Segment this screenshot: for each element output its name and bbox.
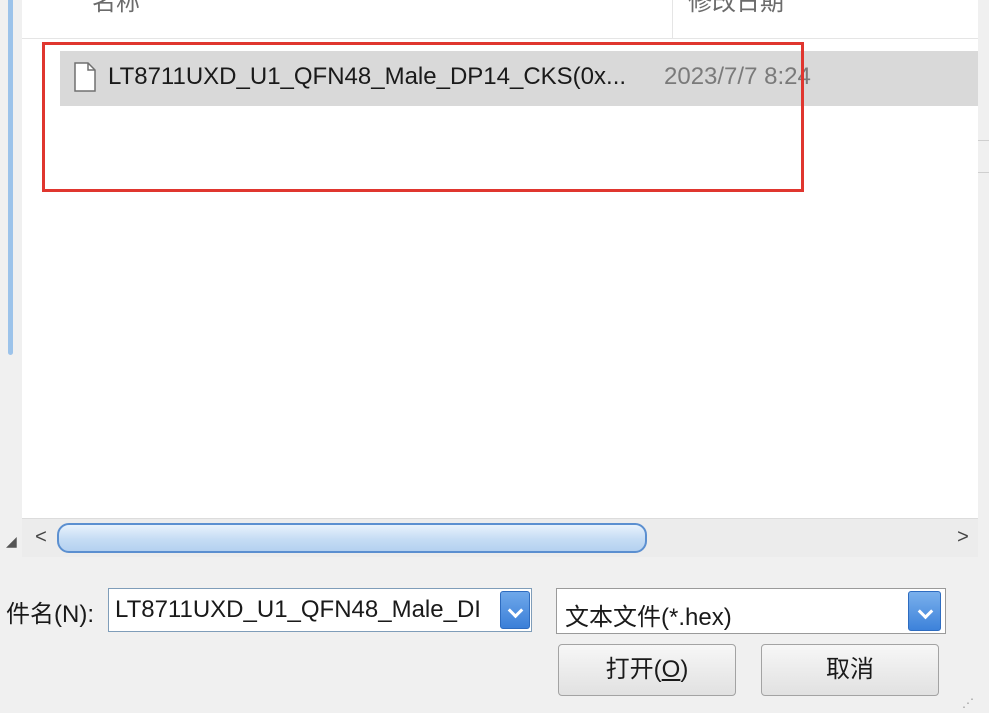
horizontal-scroll-thumb[interactable]	[57, 523, 647, 553]
chevron-down-icon	[507, 602, 524, 619]
divider	[978, 140, 989, 141]
filename-dropdown-button[interactable]	[500, 591, 530, 629]
chevron-down-icon	[917, 603, 934, 620]
file-type-select[interactable]: 文本文件(*.hex)	[556, 588, 946, 634]
annotation-highlight-box	[42, 42, 804, 192]
column-header-date-modified[interactable]: 修改日期	[688, 0, 784, 17]
cancel-button[interactable]: 取消	[761, 644, 939, 696]
open-button-label-close: )	[680, 656, 689, 683]
filename-input[interactable]: LT8711UXD_U1_QFN48_Male_DI	[108, 588, 532, 632]
open-button-mnemonic: O	[661, 656, 681, 683]
resize-grip-icon[interactable]: ⋰	[962, 696, 974, 710]
right-edge-strip	[978, 0, 989, 560]
open-button[interactable]: 打开(O)	[558, 644, 736, 696]
filename-label: 件名(N):	[6, 601, 94, 628]
column-separator[interactable]	[672, 0, 673, 38]
column-header: 名称 修改日期	[22, 0, 978, 39]
nav-pane-scroll-thumb[interactable]	[8, 0, 13, 355]
column-header-name[interactable]: 名称	[92, 0, 140, 17]
scroll-right-arrow-icon[interactable]: >	[952, 524, 974, 550]
filename-value[interactable]: LT8711UXD_U1_QFN48_Male_DI	[115, 596, 481, 624]
left-scroll-corner-icon: ◢	[6, 533, 17, 549]
file-type-value: 文本文件(*.hex)	[565, 604, 732, 631]
divider	[978, 172, 989, 173]
scroll-left-arrow-icon[interactable]: <	[30, 524, 52, 550]
file-type-dropdown-button[interactable]	[908, 591, 941, 631]
open-button-label: 打开(	[605, 656, 662, 683]
